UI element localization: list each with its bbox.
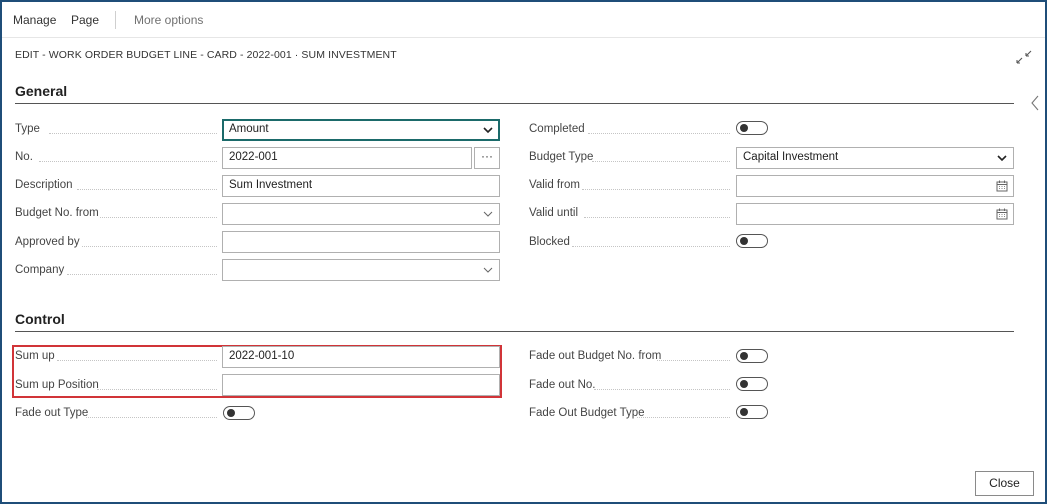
leader-dots [49,133,217,134]
leader-dots [594,389,730,390]
toggle-knob [740,124,748,132]
description-field[interactable]: Sum Investment [222,175,500,197]
leader-dots [100,217,217,218]
fade-out-budget-no-from-toggle[interactable] [736,349,768,363]
toggle-knob [227,409,235,417]
valid-until-label: Valid until [529,207,579,219]
fade-out-budget-no-from-label: Fade out Budget No. from [529,350,662,362]
sum-up-label: Sum up [15,350,55,362]
leader-dots [67,274,217,275]
no-value: 2022-001 [229,151,278,163]
leader-dots [582,189,730,190]
sum-up-field[interactable]: 2022-001-10 [222,346,500,368]
leader-dots [592,161,730,162]
no-field[interactable]: 2022-001 [222,147,472,169]
leader-dots [584,217,730,218]
fade-out-budget-type-toggle[interactable] [736,405,768,419]
toggle-knob [740,380,748,388]
approved-by-field[interactable] [222,231,500,253]
budget-no-from-label: Budget No. from [15,207,99,219]
sum-up-position-field[interactable] [222,374,500,396]
type-value: Amount [229,123,269,135]
toggle-knob [740,408,748,416]
fade-out-no-label: Fade out No. [529,379,596,391]
type-label: Type [15,123,40,135]
section-control-heading[interactable]: Control [15,311,65,327]
chevron-down-icon [483,267,493,273]
description-label: Description [15,179,73,191]
menu-separator [115,11,116,29]
fade-out-budget-type-label: Fade Out Budget Type [529,407,645,419]
budget-type-value: Capital Investment [743,151,839,163]
section-divider [15,103,1014,104]
menu-manage[interactable]: Manage [13,13,56,27]
calendar-icon[interactable] [996,180,1008,192]
action-bar: Manage Page More options [2,2,1045,38]
valid-until-field[interactable] [736,203,1014,225]
no-lookup-button[interactable]: ··· [474,147,500,169]
chevron-down-icon [483,211,493,217]
chevron-down-icon [997,155,1007,162]
sum-up-value: 2022-001-10 [229,350,295,362]
valid-from-field[interactable] [736,175,1014,197]
page-title: EDIT - WORK ORDER BUDGET LINE - CARD - 2… [15,49,397,61]
edit-card-frame: Manage Page More options EDIT - WORK ORD… [0,0,1047,504]
chevron-left-icon[interactable] [1029,94,1041,112]
leader-dots [637,417,730,418]
approved-by-label: Approved by [15,236,80,248]
company-select[interactable] [222,259,500,281]
no-label: No. [15,151,33,163]
sum-up-position-label: Sum up Position [15,379,99,391]
budget-type-select[interactable]: Capital Investment [736,147,1014,169]
completed-toggle[interactable] [736,121,768,135]
budget-no-from-select[interactable] [222,203,500,225]
leader-dots [588,133,730,134]
fade-out-no-toggle[interactable] [736,377,768,391]
valid-from-label: Valid from [529,179,580,191]
section-general-heading[interactable]: General [15,83,67,99]
menu-more-options[interactable]: More options [134,13,203,27]
leader-dots [97,389,217,390]
leader-dots [82,246,217,247]
fade-out-type-toggle[interactable] [223,406,255,420]
blocked-label: Blocked [529,236,570,248]
blocked-toggle[interactable] [736,234,768,248]
toggle-knob [740,352,748,360]
company-label: Company [15,264,65,276]
menu-page[interactable]: Page [71,13,99,27]
chevron-down-icon [483,127,493,134]
leader-dots [39,161,217,162]
leader-dots [57,360,217,361]
leader-dots [657,360,730,361]
close-button[interactable]: Close [975,471,1034,496]
leader-dots [77,189,217,190]
budget-type-label: Budget Type [529,151,594,163]
collapse-arrows-icon[interactable] [1013,46,1035,68]
toggle-knob [740,237,748,245]
leader-dots [572,246,730,247]
completed-label: Completed [529,123,585,135]
description-value: Sum Investment [229,179,313,191]
type-select[interactable]: Amount [222,119,500,141]
fade-out-type-label: Fade out Type [15,407,89,419]
leader-dots [86,417,217,418]
calendar-icon[interactable] [996,208,1008,220]
section-divider [15,331,1014,332]
